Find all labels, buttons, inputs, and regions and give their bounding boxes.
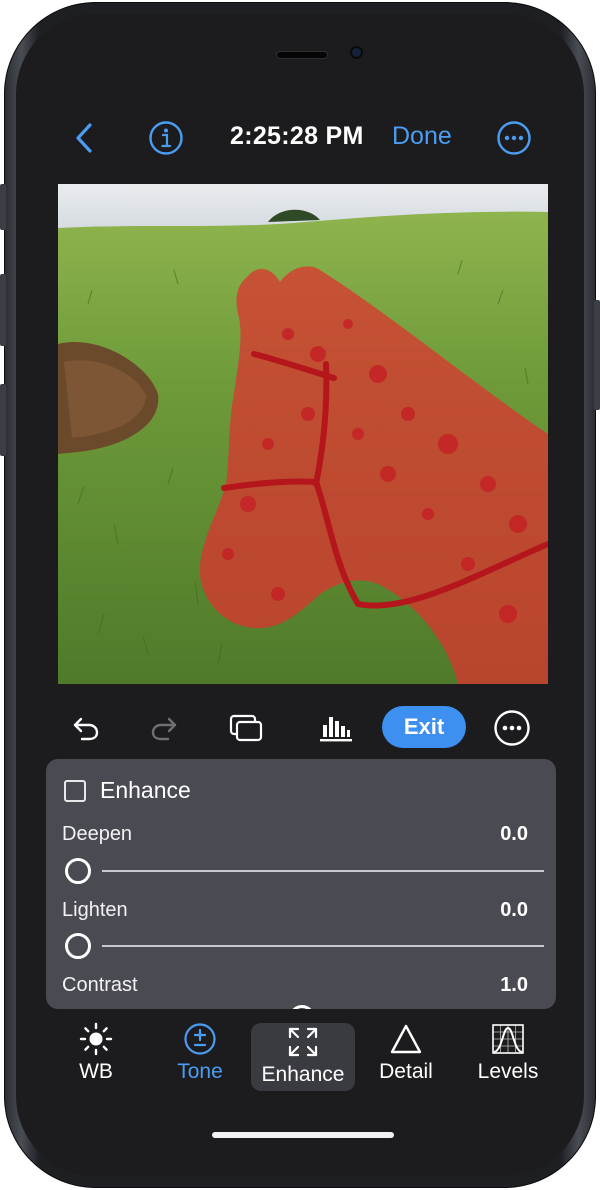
done-button[interactable]: Done bbox=[392, 122, 452, 151]
deepen-label: Deepen bbox=[62, 823, 133, 845]
contrast-label: Contrast bbox=[62, 974, 138, 996]
histogram-icon bbox=[320, 717, 352, 742]
enhance-checkbox[interactable] bbox=[64, 779, 86, 802]
deepen-slider-thumb[interactable] bbox=[65, 858, 91, 884]
tab-wb-label: WB bbox=[79, 1060, 113, 1083]
tab-enhance[interactable]: Enhance bbox=[251, 1023, 355, 1091]
lighten-slider-thumb[interactable] bbox=[65, 933, 91, 959]
ellipsis-circle-icon bbox=[494, 710, 530, 746]
enhance-panel: Enhance Deepen 0.0 Lighten 0.0 Contrast … bbox=[46, 759, 556, 1009]
mute-switch bbox=[0, 184, 6, 230]
tab-enhance-label: Enhance bbox=[261, 1063, 345, 1086]
toolbar-more-button[interactable] bbox=[492, 708, 532, 748]
compare-button[interactable] bbox=[226, 708, 266, 748]
undo-button[interactable] bbox=[68, 710, 104, 746]
redo-button[interactable] bbox=[146, 710, 182, 746]
enhance-label: Enhance bbox=[100, 777, 191, 803]
enhance-toggle-row[interactable]: Enhance bbox=[64, 777, 191, 804]
lighten-value: 0.0 bbox=[500, 899, 528, 921]
contrast-slider-thumb[interactable] bbox=[289, 1005, 315, 1009]
compare-icon bbox=[229, 714, 263, 742]
lighten-slider-track[interactable] bbox=[102, 945, 544, 947]
back-button[interactable] bbox=[66, 118, 102, 158]
undo-icon bbox=[73, 717, 99, 741]
expand-arrows-icon bbox=[288, 1027, 318, 1057]
info-circle-icon bbox=[149, 121, 183, 155]
triangle-icon bbox=[390, 1024, 422, 1054]
more-options-button[interactable] bbox=[494, 118, 534, 158]
redo-icon bbox=[151, 717, 177, 741]
sun-icon bbox=[79, 1022, 113, 1056]
horse-photo bbox=[58, 184, 548, 684]
tab-levels-label: Levels bbox=[477, 1060, 539, 1083]
tab-wb[interactable]: WB bbox=[60, 1020, 132, 1092]
lighten-label: Lighten bbox=[62, 899, 128, 921]
info-button[interactable] bbox=[146, 118, 186, 158]
plus-minus-circle-icon bbox=[184, 1023, 216, 1055]
clock-time: 2:25:28 PM bbox=[230, 122, 364, 150]
top-bar: 2:25:28 PM Done bbox=[16, 110, 584, 166]
power-button bbox=[594, 300, 600, 410]
contrast-value: 1.0 bbox=[500, 974, 528, 996]
volume-up-button bbox=[0, 274, 6, 346]
tab-detail[interactable]: Detail bbox=[368, 1020, 444, 1092]
edit-toolbar: Exit bbox=[16, 700, 584, 754]
tab-detail-label: Detail bbox=[379, 1060, 433, 1083]
photo-canvas[interactable] bbox=[58, 184, 548, 684]
deepen-value: 0.0 bbox=[500, 823, 528, 845]
tab-tone[interactable]: Tone bbox=[162, 1020, 238, 1092]
exit-button[interactable]: Exit bbox=[382, 706, 466, 748]
ellipsis-circle-icon bbox=[497, 121, 531, 155]
histogram-button[interactable] bbox=[316, 708, 356, 748]
tab-tone-label: Tone bbox=[177, 1060, 223, 1083]
front-camera bbox=[352, 48, 361, 57]
earpiece-speaker bbox=[277, 52, 327, 58]
chevron-left-icon bbox=[76, 123, 92, 153]
home-indicator[interactable] bbox=[212, 1132, 394, 1138]
deepen-slider-track[interactable] bbox=[102, 870, 544, 872]
tool-tab-bar: WB Tone Enhance Detail Levels bbox=[16, 1020, 584, 1096]
volume-down-button bbox=[0, 384, 6, 456]
bell-curve-icon bbox=[492, 1024, 524, 1054]
tab-levels[interactable]: Levels bbox=[468, 1020, 548, 1092]
